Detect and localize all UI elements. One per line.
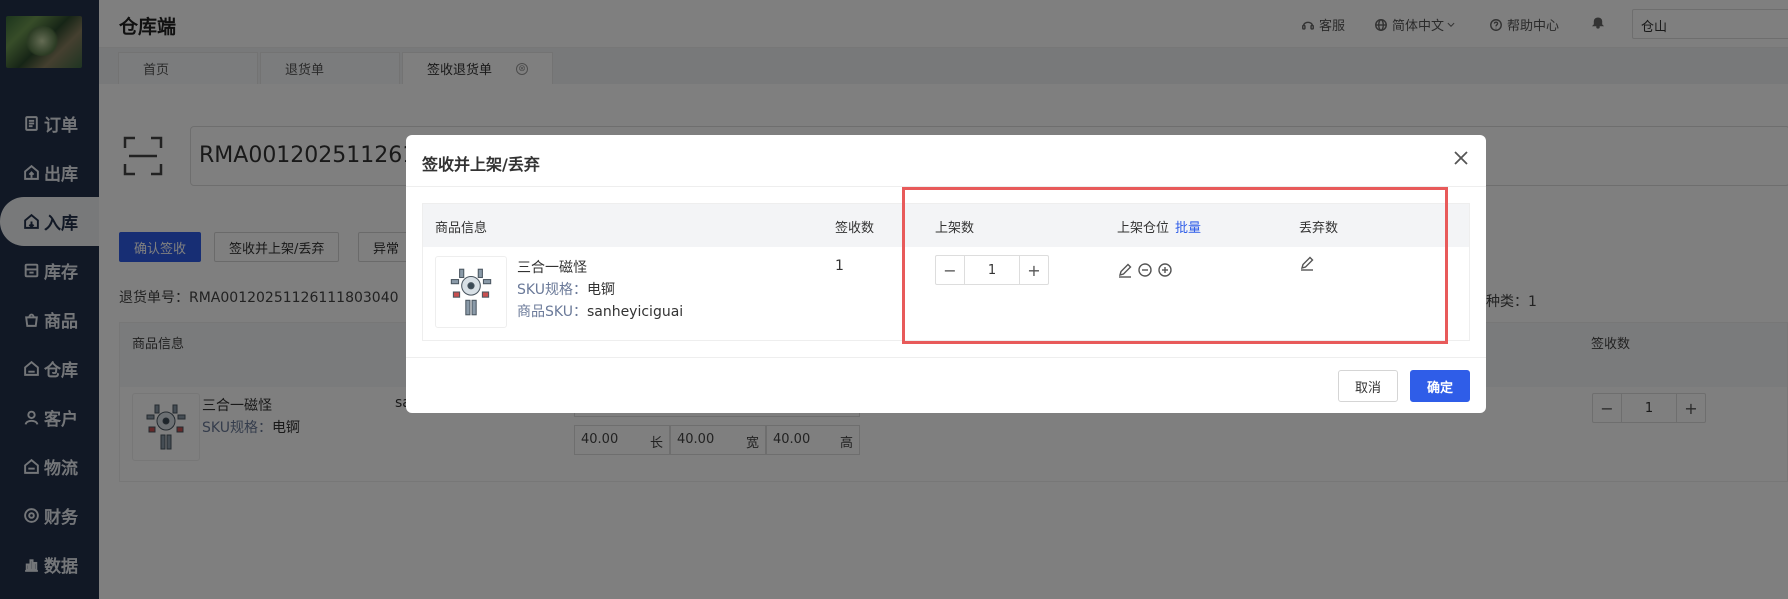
sku-spec-label: SKU规格： [517, 282, 587, 298]
sku-spec: SKU规格：电锕 [517, 279, 615, 299]
product-sku: 商品SKU：sanheyiciguai [517, 301, 683, 321]
divider [406, 357, 1486, 358]
close-icon[interactable] [1452, 149, 1470, 167]
dialog-title: 签收并上架/丢弃 [422, 155, 540, 174]
column-header-sign-count: 签收数 [835, 221, 875, 236]
cancel-button[interactable]: 取消 [1338, 370, 1398, 402]
highlight-box [902, 187, 1448, 344]
product-name: 三合一磁怪 [517, 260, 587, 276]
column-header-product-info: 商品信息 [435, 221, 488, 236]
sku-spec-value: 电锕 [586, 282, 615, 298]
sign-count-value: 1 [835, 258, 844, 274]
product-sku-label: 商品SKU： [517, 304, 587, 320]
product-image [435, 256, 507, 328]
product-sku-value: sanheyiciguai [586, 304, 684, 320]
confirm-button[interactable]: 确定 [1410, 370, 1470, 402]
